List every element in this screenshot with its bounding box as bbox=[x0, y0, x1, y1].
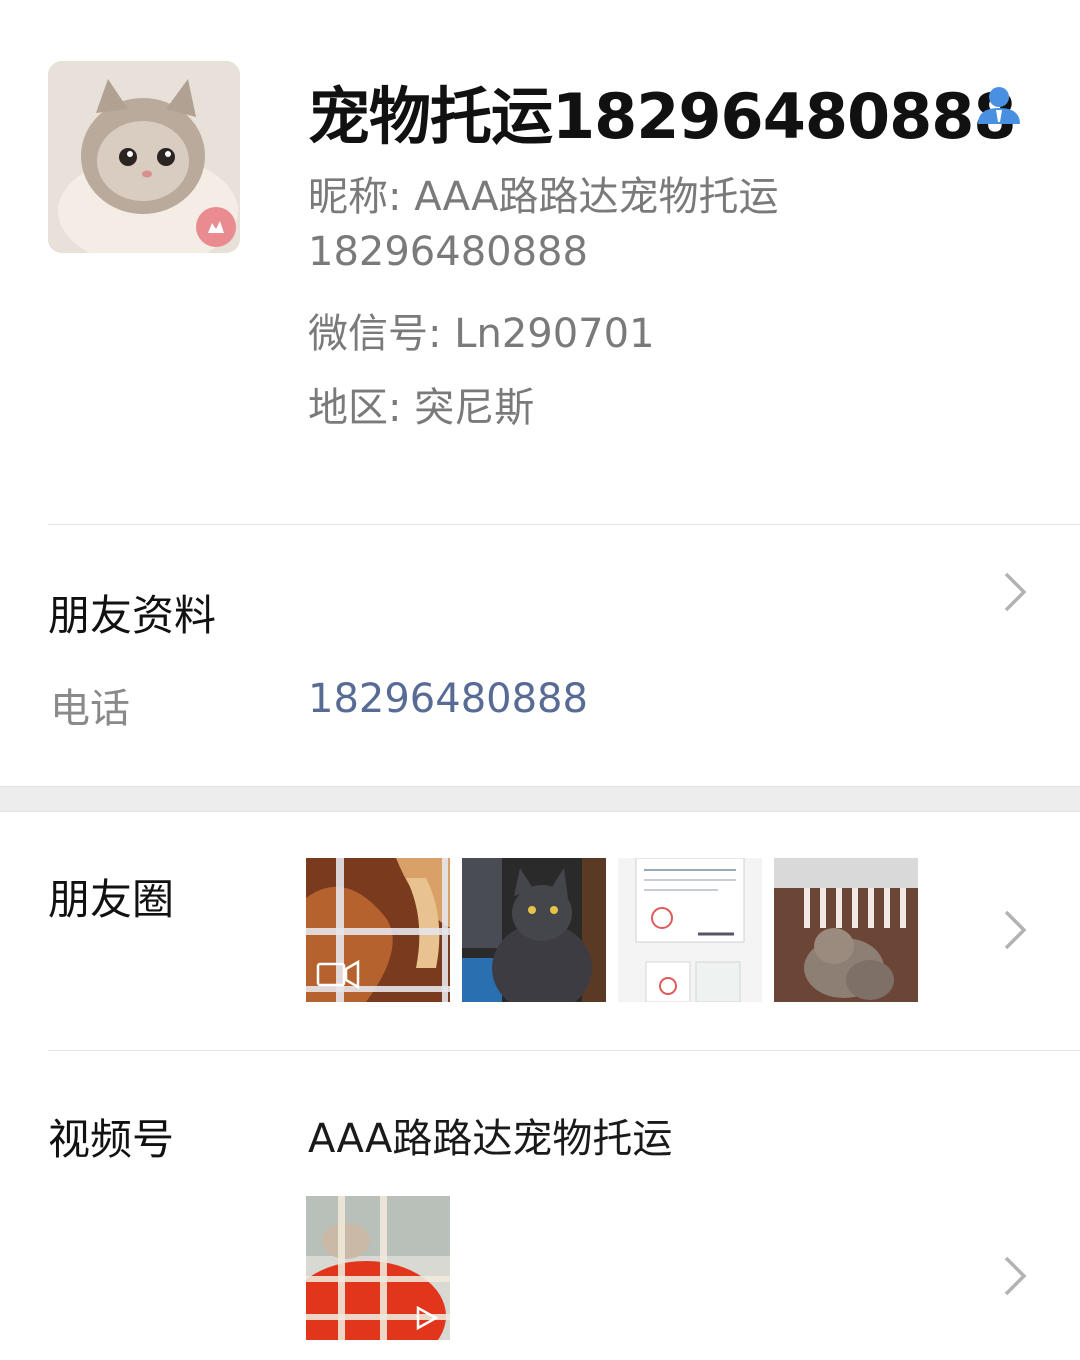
profile-avatar[interactable] bbox=[48, 61, 240, 253]
moments-thumbnail-1[interactable] bbox=[306, 858, 450, 1002]
contact-profile-page: 宠物托运18296480888 昵称: AAA路路达宠物托运 182964808… bbox=[0, 0, 1080, 1360]
profile-phone-line: 18296480888 bbox=[308, 229, 588, 275]
moments-thumbnail-2[interactable] bbox=[462, 858, 606, 1002]
channels-title: 视频号 bbox=[48, 1115, 175, 1164]
moments-title: 朋友圈 bbox=[48, 875, 175, 924]
chevron-right-icon bbox=[1000, 908, 1030, 956]
profile-display-name: 宠物托运18296480888 bbox=[308, 80, 1017, 153]
cat-avatar-image bbox=[48, 61, 240, 253]
divider bbox=[48, 524, 1080, 525]
moments-thumbnail-4[interactable] bbox=[774, 858, 918, 1002]
profile-region: 地区: 突尼斯 bbox=[308, 385, 535, 431]
profile-wechat-id: 微信号: Ln290701 bbox=[308, 311, 655, 357]
chevron-right-icon bbox=[1000, 1254, 1030, 1302]
person-icon bbox=[976, 82, 1022, 132]
channel-video-thumbnail[interactable] bbox=[306, 1196, 450, 1340]
chevron-right-icon bbox=[1000, 570, 1030, 618]
section-separator bbox=[0, 786, 1080, 812]
phone-label: 电话 bbox=[50, 686, 130, 732]
channel-name: AAA路路达宠物托运 bbox=[308, 1116, 673, 1162]
moments-thumbnail-3[interactable] bbox=[618, 858, 762, 1002]
profile-nickname: 昵称: AAA路路达宠物托运 bbox=[308, 174, 779, 220]
divider bbox=[48, 1050, 1080, 1051]
friend-info-title: 朋友资料 bbox=[48, 591, 217, 640]
phone-number-link[interactable]: 18296480888 bbox=[308, 676, 588, 722]
